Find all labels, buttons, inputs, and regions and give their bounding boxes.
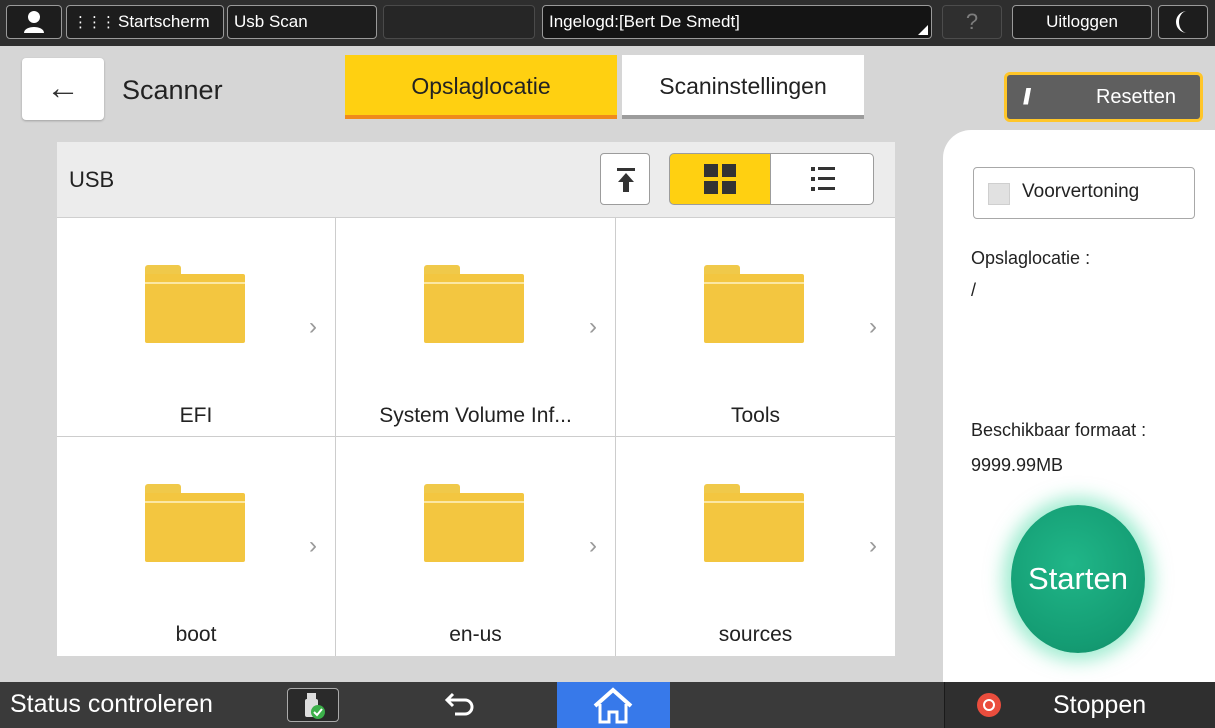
dropdown-corner-icon	[918, 25, 928, 35]
chevron-right-icon: ›	[589, 313, 597, 340]
upload-top-icon	[617, 168, 635, 192]
energy-saver-button[interactable]	[1158, 5, 1208, 39]
stop-icon	[977, 693, 1001, 717]
usb-device-button[interactable]	[287, 688, 339, 722]
folder-item[interactable]: › System Volume Inf...	[336, 218, 616, 437]
list-view-button[interactable]	[771, 153, 874, 205]
reset-button[interactable]: // Resetten	[1004, 72, 1203, 122]
stop-button[interactable]: Stoppen	[944, 682, 1215, 728]
help-icon: ?	[965, 9, 979, 34]
checkbox-box	[988, 183, 1010, 205]
folder-icon	[704, 484, 804, 562]
home-screen-button[interactable]: ⋮⋮⋮ Startscherm	[66, 5, 224, 39]
logged-in-user-button[interactable]: Ingelogd:[Bert De Smedt]	[542, 5, 932, 39]
folder-icon	[704, 265, 804, 343]
folder-grid: › EFI › System Volume Inf... › Tools › b…	[57, 218, 895, 656]
moon-icon	[1176, 11, 1187, 33]
folder-name: Tools	[730, 404, 781, 427]
logout-label: Uitloggen	[1046, 12, 1118, 31]
home-button[interactable]	[557, 682, 670, 728]
back-button[interactable]: ←	[22, 58, 104, 120]
folder-icon	[424, 484, 524, 562]
help-button[interactable]: ?	[942, 5, 1002, 39]
folder-icon	[145, 484, 245, 562]
usb-connected-icon	[305, 693, 325, 719]
preview-checkbox[interactable]: Voorvertoning	[973, 167, 1195, 219]
arrow-left-icon: ←	[46, 69, 80, 107]
start-button[interactable]: Starten	[1011, 505, 1145, 653]
return-arrow-icon	[444, 692, 474, 716]
up-level-button[interactable]	[600, 153, 650, 205]
tab-storage-location[interactable]: Opslaglocatie	[345, 55, 617, 119]
folder-icon	[424, 265, 524, 343]
available-size-value: 9999.99MB	[971, 455, 1064, 475]
chevron-right-icon: ›	[869, 532, 877, 559]
stop-label: Stoppen	[1053, 691, 1147, 719]
user-icon	[24, 11, 44, 33]
file-browser: USB › EFI › System Volume Inf... › Tools…	[57, 142, 895, 656]
user-button[interactable]	[6, 5, 62, 39]
folder-name: System Volume Inf...	[379, 404, 572, 427]
status-check-button[interactable]: Status controleren	[10, 690, 213, 719]
list-view-icon	[811, 167, 835, 191]
folder-name: en-us	[449, 623, 502, 646]
home-icon	[593, 687, 633, 724]
usb-scan-app-button[interactable]: Usb Scan	[227, 5, 377, 39]
chevron-right-icon: ›	[589, 532, 597, 559]
reset-label: Resetten	[1095, 86, 1176, 108]
chevron-right-icon: ›	[869, 313, 877, 340]
preview-label: Voorvertoning	[1022, 181, 1140, 202]
empty-app-slot	[383, 5, 535, 39]
system-bottom-bar: Status controleren Stoppen	[0, 682, 1215, 728]
folder-item[interactable]: › sources	[616, 437, 895, 656]
tab-scan-settings[interactable]: Scaninstellingen	[622, 55, 864, 119]
storage-location-value: /	[971, 280, 977, 300]
grid-view-button[interactable]	[669, 153, 771, 205]
folder-item[interactable]: › Tools	[616, 218, 895, 437]
folder-item[interactable]: › EFI	[57, 218, 336, 437]
reset-slash-icon: //	[1023, 84, 1031, 109]
folder-icon	[145, 265, 245, 343]
folder-item[interactable]: › boot	[57, 437, 336, 656]
apps-grid-icon: ⋮⋮⋮	[73, 14, 116, 31]
folder-item[interactable]: › en-us	[336, 437, 616, 656]
system-top-bar: ⋮⋮⋮ Startscherm Usb Scan Ingelogd:[Bert D…	[0, 0, 1215, 46]
folder-name: sources	[718, 623, 793, 646]
page-title: Scanner	[122, 75, 223, 105]
logged-in-user-label: Ingelogd:[Bert De Smedt]	[549, 12, 740, 31]
chevron-right-icon: ›	[309, 532, 317, 559]
grid-view-icon	[704, 164, 736, 194]
home-screen-label: Startscherm	[118, 12, 210, 31]
usb-scan-app-label: Usb Scan	[234, 12, 308, 31]
current-location: USB	[69, 167, 115, 192]
logout-button[interactable]: Uitloggen	[1012, 5, 1152, 39]
folder-name: EFI	[179, 404, 213, 427]
available-size-label: Beschikbaar formaat :	[971, 420, 1147, 440]
return-button[interactable]	[443, 686, 477, 728]
browser-header: USB	[57, 142, 895, 218]
chevron-right-icon: ›	[309, 313, 317, 340]
scan-side-panel: Voorvertoning Opslaglocatie : / Beschikb…	[943, 130, 1215, 682]
storage-location-label: Opslaglocatie :	[971, 248, 1091, 268]
folder-name: boot	[175, 623, 217, 646]
